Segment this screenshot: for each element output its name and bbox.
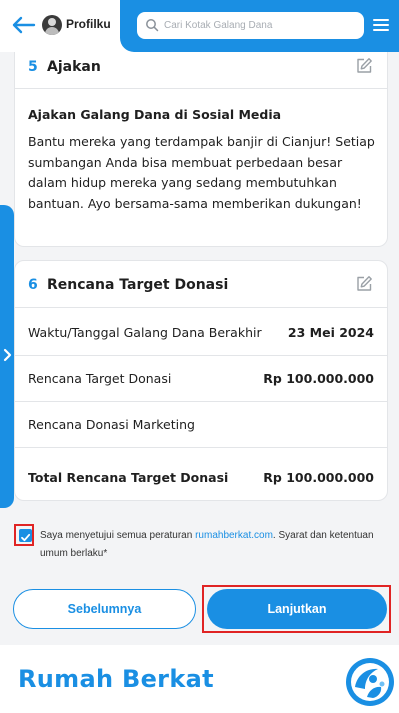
divider [15,447,387,448]
section-title: Ajakan [47,59,101,75]
section-title: Rencana Target Donasi [47,277,229,293]
divider [15,307,387,308]
section-number: 6 [28,277,38,293]
footer: Rumah Berkat [0,645,399,713]
marketing-donation-row: Rencana Donasi Marketing [15,403,387,448]
edit-icon[interactable] [355,275,373,293]
row-label: Waktu/Tanggal Galang Dana Berakhir [28,325,262,340]
agreement-text: Saya menyetujui semua peraturan rumahber… [40,527,380,563]
row-label: Total Rencana Target Donasi [28,470,229,485]
row-value: Rp 100.000.000 [263,470,374,485]
search-input[interactable] [164,16,356,35]
previous-button[interactable]: Sebelumnya [13,589,196,629]
agreement-text-before: Saya menyetujui semua peraturan [40,530,196,541]
top-header: Profilku [0,0,399,52]
back-arrow-icon[interactable] [10,14,36,36]
section-number: 5 [28,59,38,75]
side-drawer-tab[interactable] [0,205,14,508]
search-box[interactable] [137,12,364,39]
profile-link[interactable]: Profilku [66,17,111,31]
checkmark-icon [21,533,31,542]
section-header: 5 Ajakan [15,52,387,88]
rumah-berkat-logo-icon[interactable] [345,657,395,707]
ajakan-body-text: Bantu mereka yang terdampak banjir di Ci… [28,134,375,211]
ajakan-subtitle: Ajakan Galang Dana di Sosial Media [28,107,282,122]
end-date-row: Waktu/Tanggal Galang Dana Berakhir 23 Me… [15,311,387,356]
terms-link[interactable]: rumahberkat.com [195,530,273,541]
divider [15,355,387,356]
row-value: Rp 100.000.000 [263,371,374,386]
search-icon [146,19,159,32]
target-donation-row: Rencana Target Donasi Rp 100.000.000 [15,357,387,402]
row-value: 23 Mei 2024 [287,325,374,340]
total-target-row: Total Rencana Target Donasi Rp 100.000.0… [15,456,387,501]
divider [15,88,387,89]
brand-name: Rumah Berkat [18,665,214,693]
row-label: Rencana Donasi Marketing [28,417,195,432]
section-ajakan-card: 5 Ajakan Ajakan Galang Dana di Sosial Me… [14,52,388,247]
next-button-highlight: Lanjutkan [202,585,391,633]
agreement-checkbox-highlight [14,524,34,546]
section-header: 6 Rencana Target Donasi [15,261,387,297]
avatar[interactable] [42,15,62,35]
row-label: Rencana Target Donasi [28,371,172,386]
agreement-checkbox[interactable] [19,529,32,542]
section-target-donasi-card: 6 Rencana Target Donasi Waktu/Tanggal Ga… [14,260,388,501]
hamburger-menu-icon[interactable] [373,19,389,32]
edit-icon[interactable] [355,57,373,75]
next-button[interactable]: Lanjutkan [207,589,387,629]
divider [15,401,387,402]
chevron-right-icon [3,348,12,362]
